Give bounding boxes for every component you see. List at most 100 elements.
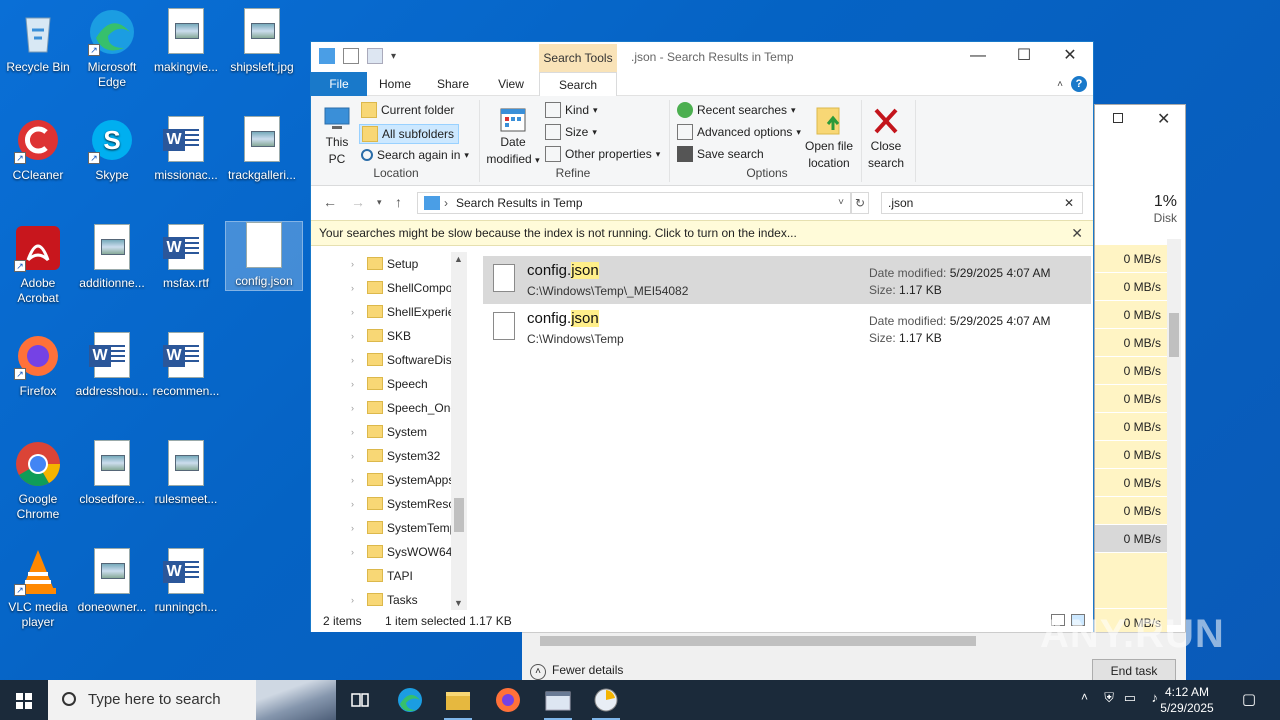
task-manager-scrollbar[interactable] (1167, 239, 1181, 625)
disk-cell[interactable]: 0 MB/s (1095, 413, 1167, 441)
ccleaner-icon[interactable]: ↗ CCleaner (0, 116, 76, 183)
close-button[interactable]: ✕ (1047, 42, 1093, 72)
fewer-details-button[interactable]: ˄ Fewer details (530, 663, 623, 680)
customize-qat-icon[interactable]: ▾ (391, 51, 396, 62)
start-button[interactable] (0, 680, 48, 720)
vlc-icon[interactable]: ↗ VLC media player (0, 548, 76, 630)
disk-column-header[interactable]: 1% Disk (1095, 193, 1177, 225)
open-file-location-button[interactable]: Open file location (801, 106, 857, 170)
disk-cell[interactable]: 0 MB/s (1095, 357, 1167, 385)
notifications-icon[interactable]: ▢ (1242, 690, 1256, 708)
image-file-icon[interactable]: makingvie... (148, 8, 224, 75)
taskbar-search-box[interactable]: Type here to search (48, 680, 336, 720)
recycle-bin-icon[interactable]: Recycle Bin (0, 8, 76, 75)
new-folder-icon[interactable] (367, 48, 383, 64)
up-arrow-icon[interactable]: ↑ (395, 194, 402, 210)
tab-view[interactable]: View (487, 72, 535, 96)
save-search-button[interactable]: Save search (677, 146, 764, 162)
tree-item[interactable]: › SysWOW64 (311, 540, 451, 564)
close-icon[interactable]: ✕ (1157, 109, 1170, 129)
file-explorer-taskbar-icon[interactable] (438, 684, 478, 720)
folder-icon[interactable] (319, 48, 335, 64)
tab-home[interactable]: Home (371, 72, 419, 96)
image-file-icon[interactable]: doneowner... (74, 548, 150, 615)
disk-cell[interactable]: 0 MB/s (1095, 329, 1167, 357)
tree-item[interactable]: › Tasks (311, 588, 451, 612)
list-item[interactable]: config.json C:\Windows\Temp\_MEI54082 Da… (483, 256, 1091, 304)
recent-locations-icon[interactable]: ▾ (377, 197, 382, 208)
scroll-down-icon[interactable]: ▼ (454, 598, 463, 608)
task-view-icon[interactable] (340, 684, 380, 720)
network-icon[interactable]: ▭ (1124, 690, 1136, 706)
app-taskbar-icon[interactable] (538, 684, 578, 720)
tree-item[interactable]: › SystemTemp (311, 516, 451, 540)
task-manager-taskbar-icon[interactable] (586, 684, 626, 720)
word-file-icon[interactable]: W missionac... (148, 116, 224, 183)
scroll-thumb[interactable] (454, 498, 464, 532)
advanced-options-button[interactable]: Advanced options ▾ (677, 124, 801, 140)
word-file-icon[interactable]: W runningch... (148, 548, 224, 615)
tree-item[interactable]: TAPI (311, 564, 451, 588)
maximize-button[interactable]: ☐ (1001, 42, 1047, 72)
image-file-icon[interactable]: shipsleft.jpg (224, 8, 300, 75)
this-pc-button[interactable]: This PC (319, 106, 355, 166)
image-file-icon[interactable]: trackgalleri... (224, 116, 300, 183)
edge-taskbar-icon[interactable] (390, 684, 430, 720)
disk-cell[interactable]: 0 MB/s (1095, 441, 1167, 469)
skype-icon[interactable]: S ↗ Skype (74, 116, 150, 183)
index-info-bar[interactable]: Your searches might be slow because the … (311, 220, 1093, 246)
firefox-icon[interactable]: ↗ Firefox (0, 332, 76, 399)
tree-item[interactable]: › SoftwareDis (311, 348, 451, 372)
back-arrow-icon[interactable]: ← (323, 194, 337, 210)
config-json-icon[interactable]: config.json (225, 221, 303, 291)
search-again-in-button[interactable]: Search again in ▾ (361, 148, 469, 162)
tree-item[interactable]: › ShellExperie (311, 300, 451, 324)
disk-cell[interactable] (1095, 553, 1167, 609)
minimize-button[interactable]: — (955, 42, 1001, 72)
search-input[interactable]: .json ✕ (881, 192, 1083, 214)
chevron-up-icon[interactable]: ˄ (1057, 79, 1063, 90)
disk-cell[interactable]: 0 MB/s (1095, 525, 1167, 553)
tree-item[interactable]: › System32 (311, 444, 451, 468)
disk-cell[interactable]: 0 MB/s (1095, 245, 1167, 273)
disk-cell[interactable]: 0 MB/s (1095, 469, 1167, 497)
tree-item[interactable]: › Setup (311, 252, 451, 276)
chevron-up-icon[interactable]: ˄ (1081, 690, 1088, 704)
size-button[interactable]: Size ▾ (545, 124, 597, 140)
list-item[interactable]: config.json C:\Windows\Temp Date modifie… (483, 304, 1091, 352)
close-icon[interactable]: ✕ (1071, 221, 1083, 245)
maximize-icon[interactable] (1113, 113, 1123, 123)
tab-search[interactable]: Search (539, 72, 617, 97)
kind-button[interactable]: Kind ▾ (545, 102, 598, 118)
recent-searches-button[interactable]: Recent searches ▾ (677, 102, 796, 118)
forward-arrow-icon[interactable]: → (351, 194, 365, 210)
disk-cell[interactable]: 0 MB/s (1095, 273, 1167, 301)
disk-cell[interactable]: 0 MB/s (1095, 385, 1167, 413)
image-file-icon[interactable]: additionne... (74, 224, 150, 291)
tree-item[interactable]: › Speech_One (311, 396, 451, 420)
other-properties-button[interactable]: Other properties ▾ (545, 146, 660, 162)
scroll-up-icon[interactable]: ▲ (454, 254, 463, 264)
navigation-scrollbar[interactable]: ▲ ▼ (451, 252, 467, 610)
security-icon[interactable]: ⛨ (1104, 690, 1114, 706)
clear-search-icon[interactable]: ✕ (1064, 193, 1074, 213)
word-file-icon[interactable]: W recommen... (148, 332, 224, 399)
image-file-icon[interactable]: closedfore... (74, 440, 150, 507)
tree-item[interactable]: › ShellCompo (311, 276, 451, 300)
tree-item[interactable]: › SystemApps (311, 468, 451, 492)
google-chrome-icon[interactable]: Google Chrome (0, 440, 76, 522)
word-file-icon[interactable]: W msfax.rtf (148, 224, 224, 291)
clock[interactable]: 4:12 AM 5/29/2025 (1152, 684, 1222, 716)
tab-file[interactable]: File (311, 72, 367, 96)
all-subfolders-button[interactable]: All subfolders (359, 124, 460, 144)
address-field[interactable]: › Search Results in Temp ˅ (417, 192, 851, 214)
tree-item[interactable]: › Speech (311, 372, 451, 396)
disk-cell[interactable]: 0 MB/s (1095, 301, 1167, 329)
disk-cell[interactable]: 0 MB/s (1095, 497, 1167, 525)
tab-share[interactable]: Share (429, 72, 477, 96)
help-icon[interactable]: ? (1071, 76, 1087, 92)
tree-item[interactable]: › SKB (311, 324, 451, 348)
chevron-down-icon[interactable]: ˅ (838, 193, 844, 213)
tree-item[interactable]: › SystemReso (311, 492, 451, 516)
close-search-button[interactable]: Close search (867, 106, 905, 170)
